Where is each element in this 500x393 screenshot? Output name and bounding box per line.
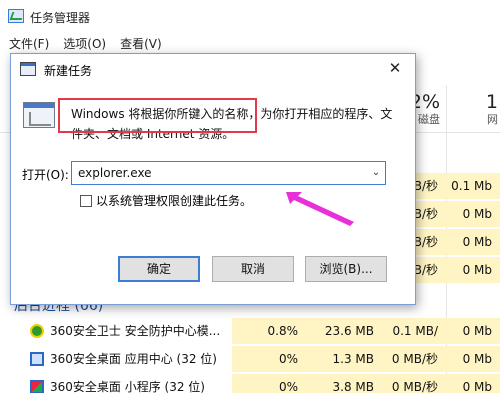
memory-cell: 3.8 MB <box>306 374 382 393</box>
pointer-arrow-icon <box>286 192 354 226</box>
network-cell: 0 Mb <box>446 201 500 227</box>
checkbox-box[interactable] <box>80 194 92 207</box>
open-combobox[interactable]: explorer.exe ⌄ <box>71 161 386 185</box>
cancel-button[interactable]: 取消 <box>212 256 294 282</box>
table-row[interactable]: 360安全卫士 安全防护中心模... 0.8% 23.6 MB 0.1 MB/秒… <box>0 318 500 364</box>
column-network[interactable]: 1 网 <box>448 91 500 127</box>
cpu-cell: 0% <box>232 374 306 393</box>
chevron-down-icon[interactable]: ⌄ <box>367 162 385 184</box>
open-label: 打开(O): <box>22 168 69 182</box>
table-row[interactable]: 360安全桌面 小程序 (32 位) 0% 3.8 MB 0 MB/秒 0 Mb <box>0 374 500 393</box>
task-manager-icon <box>8 9 24 23</box>
memory-cell: 23.6 MB <box>306 318 382 344</box>
network-column-label: 网 <box>487 113 498 126</box>
close-icon[interactable]: ✕ <box>383 57 407 79</box>
task-manager-titlebar: 任务管理器 <box>0 0 500 32</box>
table-row[interactable]: 360安全桌面 应用中心 (32 位) 0% 1.3 MB 0 MB/秒 0 M… <box>0 346 500 372</box>
process-name: 360安全桌面 应用中心 (32 位) <box>50 352 217 366</box>
run-dialog: 新建任务 ✕ Windows 将根据你所键入的名称，为你打开相应的程序、文件夹、… <box>10 53 416 305</box>
dialog-title: 新建任务 <box>44 64 93 78</box>
network-cell: 0 Mb <box>446 346 500 372</box>
network-cell: 0 Mb <box>446 374 500 393</box>
open-input[interactable]: explorer.exe <box>78 162 152 184</box>
disk-cell: 0 MB/秒 <box>382 346 446 372</box>
run-program-icon <box>23 102 57 134</box>
process-name: 360安全桌面 小程序 (32 位) <box>50 380 205 393</box>
disk-cell: 0 MB/秒 <box>382 374 446 393</box>
network-cell: 0.1 Mb <box>446 173 500 199</box>
dialog-titlebar[interactable]: 新建任务 ✕ <box>11 54 415 84</box>
memory-cell: 1.3 MB <box>306 346 382 372</box>
disk-cell: 0.1 MB/秒 <box>382 318 446 364</box>
browse-button[interactable]: 浏览(B)... <box>305 256 387 282</box>
admin-checkbox[interactable]: 以系统管理权限创建此任务。 <box>80 192 252 209</box>
network-usage-percent: 1 <box>485 91 498 113</box>
cpu-cell: 0% <box>232 346 306 372</box>
process-name: 360安全卫士 安全防护中心模... <box>50 324 221 338</box>
ok-button[interactable]: 确定 <box>118 256 200 282</box>
run-icon <box>20 62 36 76</box>
360-applet-icon <box>30 380 44 393</box>
network-cell: 0 Mb <box>446 318 500 344</box>
task-manager-title: 任务管理器 <box>30 11 91 25</box>
highlight-box <box>58 98 257 133</box>
network-cell: 0 Mb <box>446 257 500 283</box>
360-security-icon <box>30 324 44 338</box>
360-desktop-icon <box>30 352 44 366</box>
admin-checkbox-label: 以系统管理权限创建此任务。 <box>96 194 253 208</box>
cpu-cell: 0.8% <box>232 318 306 344</box>
network-cell: 0 Mb <box>446 229 500 255</box>
